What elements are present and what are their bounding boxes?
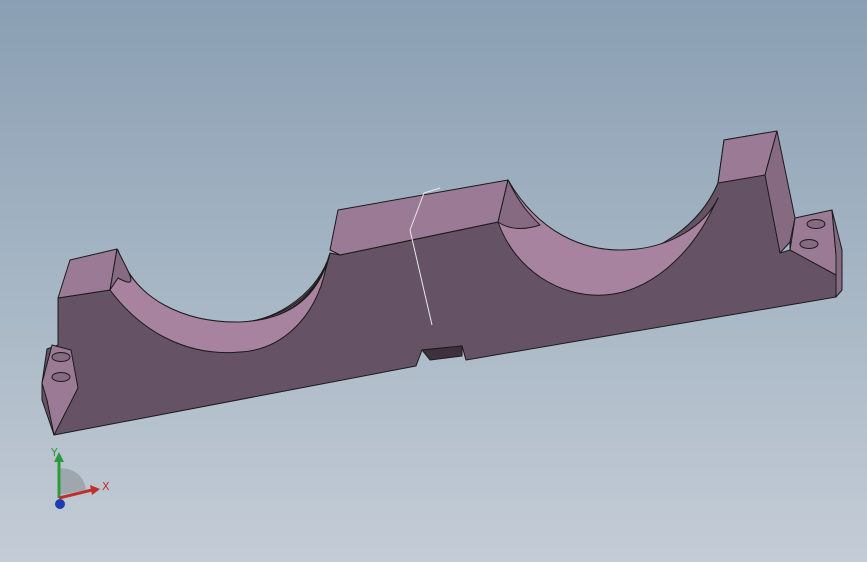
bearing-block-model[interactable] bbox=[0, 0, 867, 562]
y-axis-label: Y bbox=[51, 446, 58, 459]
left-flange-hole-2 bbox=[51, 372, 71, 382]
right-flange-hole-1 bbox=[806, 219, 826, 229]
graphics-viewport[interactable]: Y X bbox=[0, 0, 867, 562]
front-face bbox=[41, 132, 837, 436]
left-block-top bbox=[57, 248, 118, 299]
right-flange-hole-2 bbox=[799, 239, 819, 249]
x-axis-arrowhead bbox=[90, 485, 100, 495]
x-axis-label: X bbox=[102, 480, 110, 493]
z-axis-dot bbox=[55, 499, 65, 509]
reference-triad: Y X bbox=[38, 440, 128, 520]
left-flange-hole-1 bbox=[51, 352, 71, 362]
